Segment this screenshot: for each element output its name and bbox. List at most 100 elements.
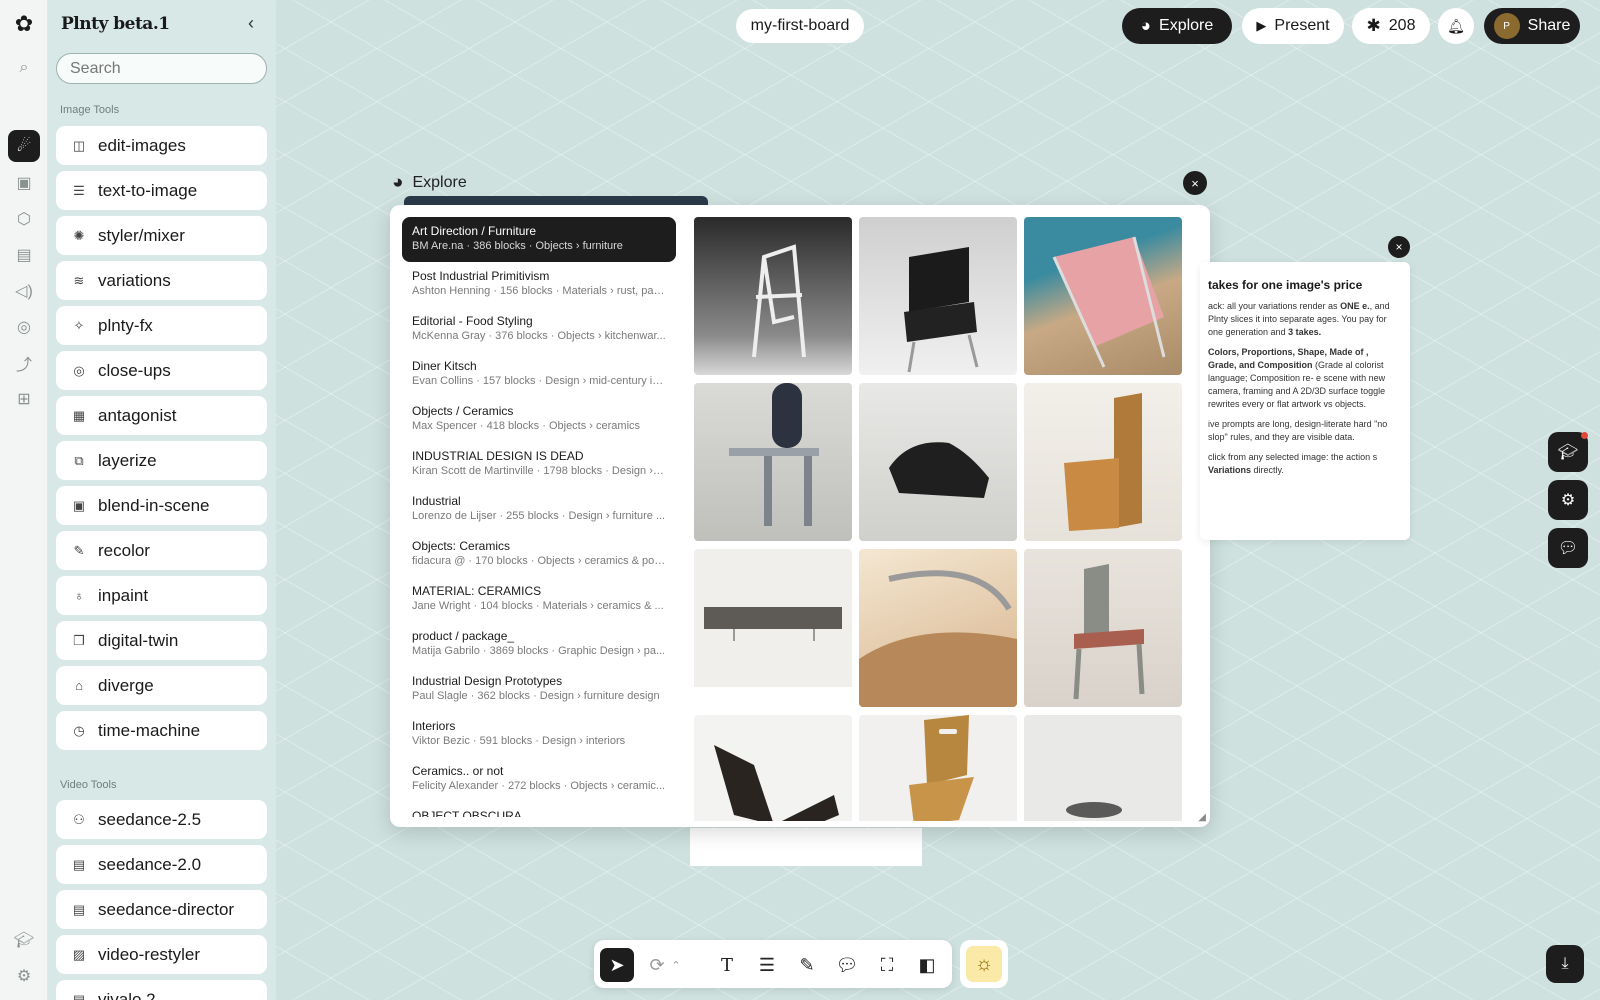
thumb-white-chair[interactable]	[694, 217, 852, 375]
channel-meta: Felicity Alexander · 272 blocks · Object…	[412, 780, 666, 792]
tool-digital-twin[interactable]: ❐ digital-twin	[56, 621, 267, 660]
explore-panel-title: Explore	[412, 174, 467, 191]
tool-vivalo-2[interactable]: ▤ vivalo 2	[56, 980, 267, 1000]
notifications-button[interactable]: 🔔︎	[1438, 8, 1474, 44]
tool-blend-in-scene[interactable]: ▣ blend-in-scene	[56, 486, 267, 525]
channel-list[interactable]: Art Direction / Furniture BM Are.na · 386…	[402, 217, 676, 817]
channel-item[interactable]: Industrial Design Prototypes Paul Slagle …	[402, 667, 676, 712]
credits-button[interactable]: ✱ 208	[1352, 8, 1430, 44]
collapse-sidebar-icon[interactable]: ‹	[240, 12, 262, 34]
tool-diverge[interactable]: ⌂ diverge	[56, 666, 267, 705]
channel-item[interactable]: Objects / Ceramics Max Spencer · 418 bloc…	[402, 397, 676, 442]
channel-meta: Ashton Henning · 156 blocks · Materials …	[412, 285, 666, 297]
tool-plnty-fx[interactable]: ✧ plnty-fx	[56, 306, 267, 345]
explore-button[interactable]: ◕ Explore	[1122, 8, 1232, 44]
pen-tool-button[interactable]: ✎	[790, 948, 824, 982]
cube-icon[interactable]: ⬡	[8, 203, 40, 235]
tool-video-restyler[interactable]: ▨ video-restyler	[56, 935, 267, 974]
film-icon[interactable]: ▤	[8, 239, 40, 271]
channel-item[interactable]: Interiors Viktor Bezic · 591 blocks · Des…	[402, 712, 676, 757]
tool-label: variations	[98, 270, 171, 290]
tool-layerize[interactable]: ⧉ layerize	[56, 441, 267, 480]
channel-title: Industrial	[412, 494, 461, 508]
tool-antagonist[interactable]: ▦ antagonist	[56, 396, 267, 435]
tool-styler-mixer[interactable]: ✺ styler/mixer	[56, 216, 267, 255]
tool-icon: ❐	[73, 632, 85, 648]
thumb-grey-chair[interactable]	[1024, 549, 1182, 707]
select-tool-button[interactable]: ➤	[600, 948, 634, 982]
chat-button[interactable]: 💬︎	[1548, 528, 1588, 568]
channel-item[interactable]: Editorial - Food Styling McKenna Gray · 3…	[402, 307, 676, 352]
thumb-blue-side-table[interactable]	[694, 383, 852, 541]
channel-item[interactable]: product / package_ Matija Gabrilo · 3869 …	[402, 622, 676, 667]
assistant-button[interactable]: ⚙	[1548, 480, 1588, 520]
tool-inpaint[interactable]: ♁ inpaint	[56, 576, 267, 615]
channel-item[interactable]: Ceramics.. or not Felicity Alexander · 27…	[402, 757, 676, 802]
channel-title: MATERIAL: CERAMICS	[412, 584, 542, 598]
text-tool-button[interactable]: T	[710, 948, 744, 982]
target-icon[interactable]: ◎	[8, 311, 40, 343]
thumb-tubular-cushion[interactable]	[859, 549, 1017, 707]
channel-item[interactable]: Diner Kitsch Evan Collins · 157 blocks · …	[402, 352, 676, 397]
thumb-wooden-chair[interactable]	[1024, 383, 1182, 541]
thumb-plywood-chair[interactable]	[859, 715, 1017, 821]
settings-icon[interactable]: ⚙	[8, 960, 40, 992]
explore-close-button[interactable]: ×	[1183, 171, 1207, 195]
image-tools-icon[interactable]: ☄	[8, 130, 40, 162]
close-icon: ×	[1395, 240, 1403, 254]
learn-icon[interactable]: 🎓︎	[8, 924, 40, 956]
thumb-black-lounge-chair[interactable]	[859, 383, 1017, 541]
tool-text-to-image[interactable]: ☰ text-to-image	[56, 171, 267, 210]
audio-icon[interactable]: ◁)	[8, 275, 40, 307]
frame-tool-button[interactable]: ⛶	[870, 948, 904, 982]
tool-menu-chevron[interactable]: ⌃	[668, 948, 684, 982]
share-button[interactable]: P Share	[1484, 8, 1580, 44]
channel-item[interactable]: OBJECT OBSCURA	[402, 802, 676, 817]
thumb-pink-sling-chair[interactable]	[1024, 217, 1182, 375]
tool-seedance-director[interactable]: ▤ seedance-director	[56, 890, 267, 929]
tool-time-machine[interactable]: ◷ time-machine	[56, 711, 267, 750]
tool-close-ups[interactable]: ◎ close-ups	[56, 351, 267, 390]
image-icon[interactable]: ▣	[8, 167, 40, 199]
note-tool-button[interactable]: ☰	[750, 948, 784, 982]
grid-icon[interactable]: ⊞	[8, 383, 40, 415]
search-icon[interactable]: ⌕	[8, 52, 40, 84]
tool-seedance-2-5[interactable]: ⚇ seedance-2.5	[56, 800, 267, 839]
resize-handle-icon[interactable]: ◢	[1198, 812, 1206, 823]
channel-item[interactable]: Post Industrial Primitivism Ashton Hennin…	[402, 262, 676, 307]
graduation-cap-icon: 🎓︎	[1557, 444, 1579, 461]
channel-item[interactable]: INDUSTRIAL DESIGN IS DEAD Kiran Scott de …	[402, 442, 676, 487]
path-icon[interactable]: ⤴	[8, 347, 40, 379]
thumb-grey-object[interactable]	[1024, 715, 1182, 821]
thumb-black-leather-chair[interactable]	[859, 217, 1017, 375]
info-card: takes for one image's price ack: all you…	[1200, 262, 1410, 540]
tool-seedance-2-0[interactable]: ▤ seedance-2.0	[56, 845, 267, 884]
channel-item[interactable]: MATERIAL: CERAMICS Jane Wright · 104 bloc…	[402, 577, 676, 622]
board-name[interactable]: my-first-board	[736, 9, 864, 43]
channel-meta: Viktor Bezic · 591 blocks · Design › int…	[412, 735, 626, 747]
theme-toggle[interactable]: ☼	[960, 940, 1008, 988]
channel-item[interactable]: Objects: Ceramics fidacura @ · 170 blocks…	[402, 532, 676, 577]
logo-icon[interactable]: ✿	[8, 8, 40, 40]
comment-tool-button[interactable]: 💬︎	[830, 948, 864, 982]
thumb-black-sling-chair[interactable]	[694, 715, 852, 821]
channel-meta: BM Are.na · 386 blocks · Objects › furni…	[412, 240, 623, 252]
thumb-sideboard[interactable]	[694, 549, 852, 707]
tool-edit-images[interactable]: ◫ edit-images	[56, 126, 267, 165]
channel-item[interactable]: Industrial Lorenzo de Lijser · 255 blocks…	[402, 487, 676, 532]
search-input[interactable]	[56, 53, 267, 84]
info-close-button[interactable]: ×	[1388, 236, 1410, 258]
tool-recolor[interactable]: ✎ recolor	[56, 531, 267, 570]
frame-icon: ⛶	[880, 954, 894, 975]
credits-count: 208	[1388, 17, 1416, 34]
tool-label: seedance-2.5	[98, 809, 202, 829]
tool-label: seedance-director	[98, 899, 235, 919]
board-image-card-lower[interactable]	[690, 828, 922, 866]
panel-tool-button[interactable]: ◧	[910, 948, 944, 982]
chevron-up-icon: ⌃	[671, 959, 681, 972]
channel-title: Industrial Design Prototypes	[412, 674, 563, 688]
download-button[interactable]: ⤓	[1546, 945, 1584, 983]
present-button[interactable]: ▶ Present	[1242, 8, 1344, 44]
channel-item[interactable]: Art Direction / Furniture BM Are.na · 386…	[402, 217, 676, 262]
tool-variations[interactable]: ≋ variations	[56, 261, 267, 300]
